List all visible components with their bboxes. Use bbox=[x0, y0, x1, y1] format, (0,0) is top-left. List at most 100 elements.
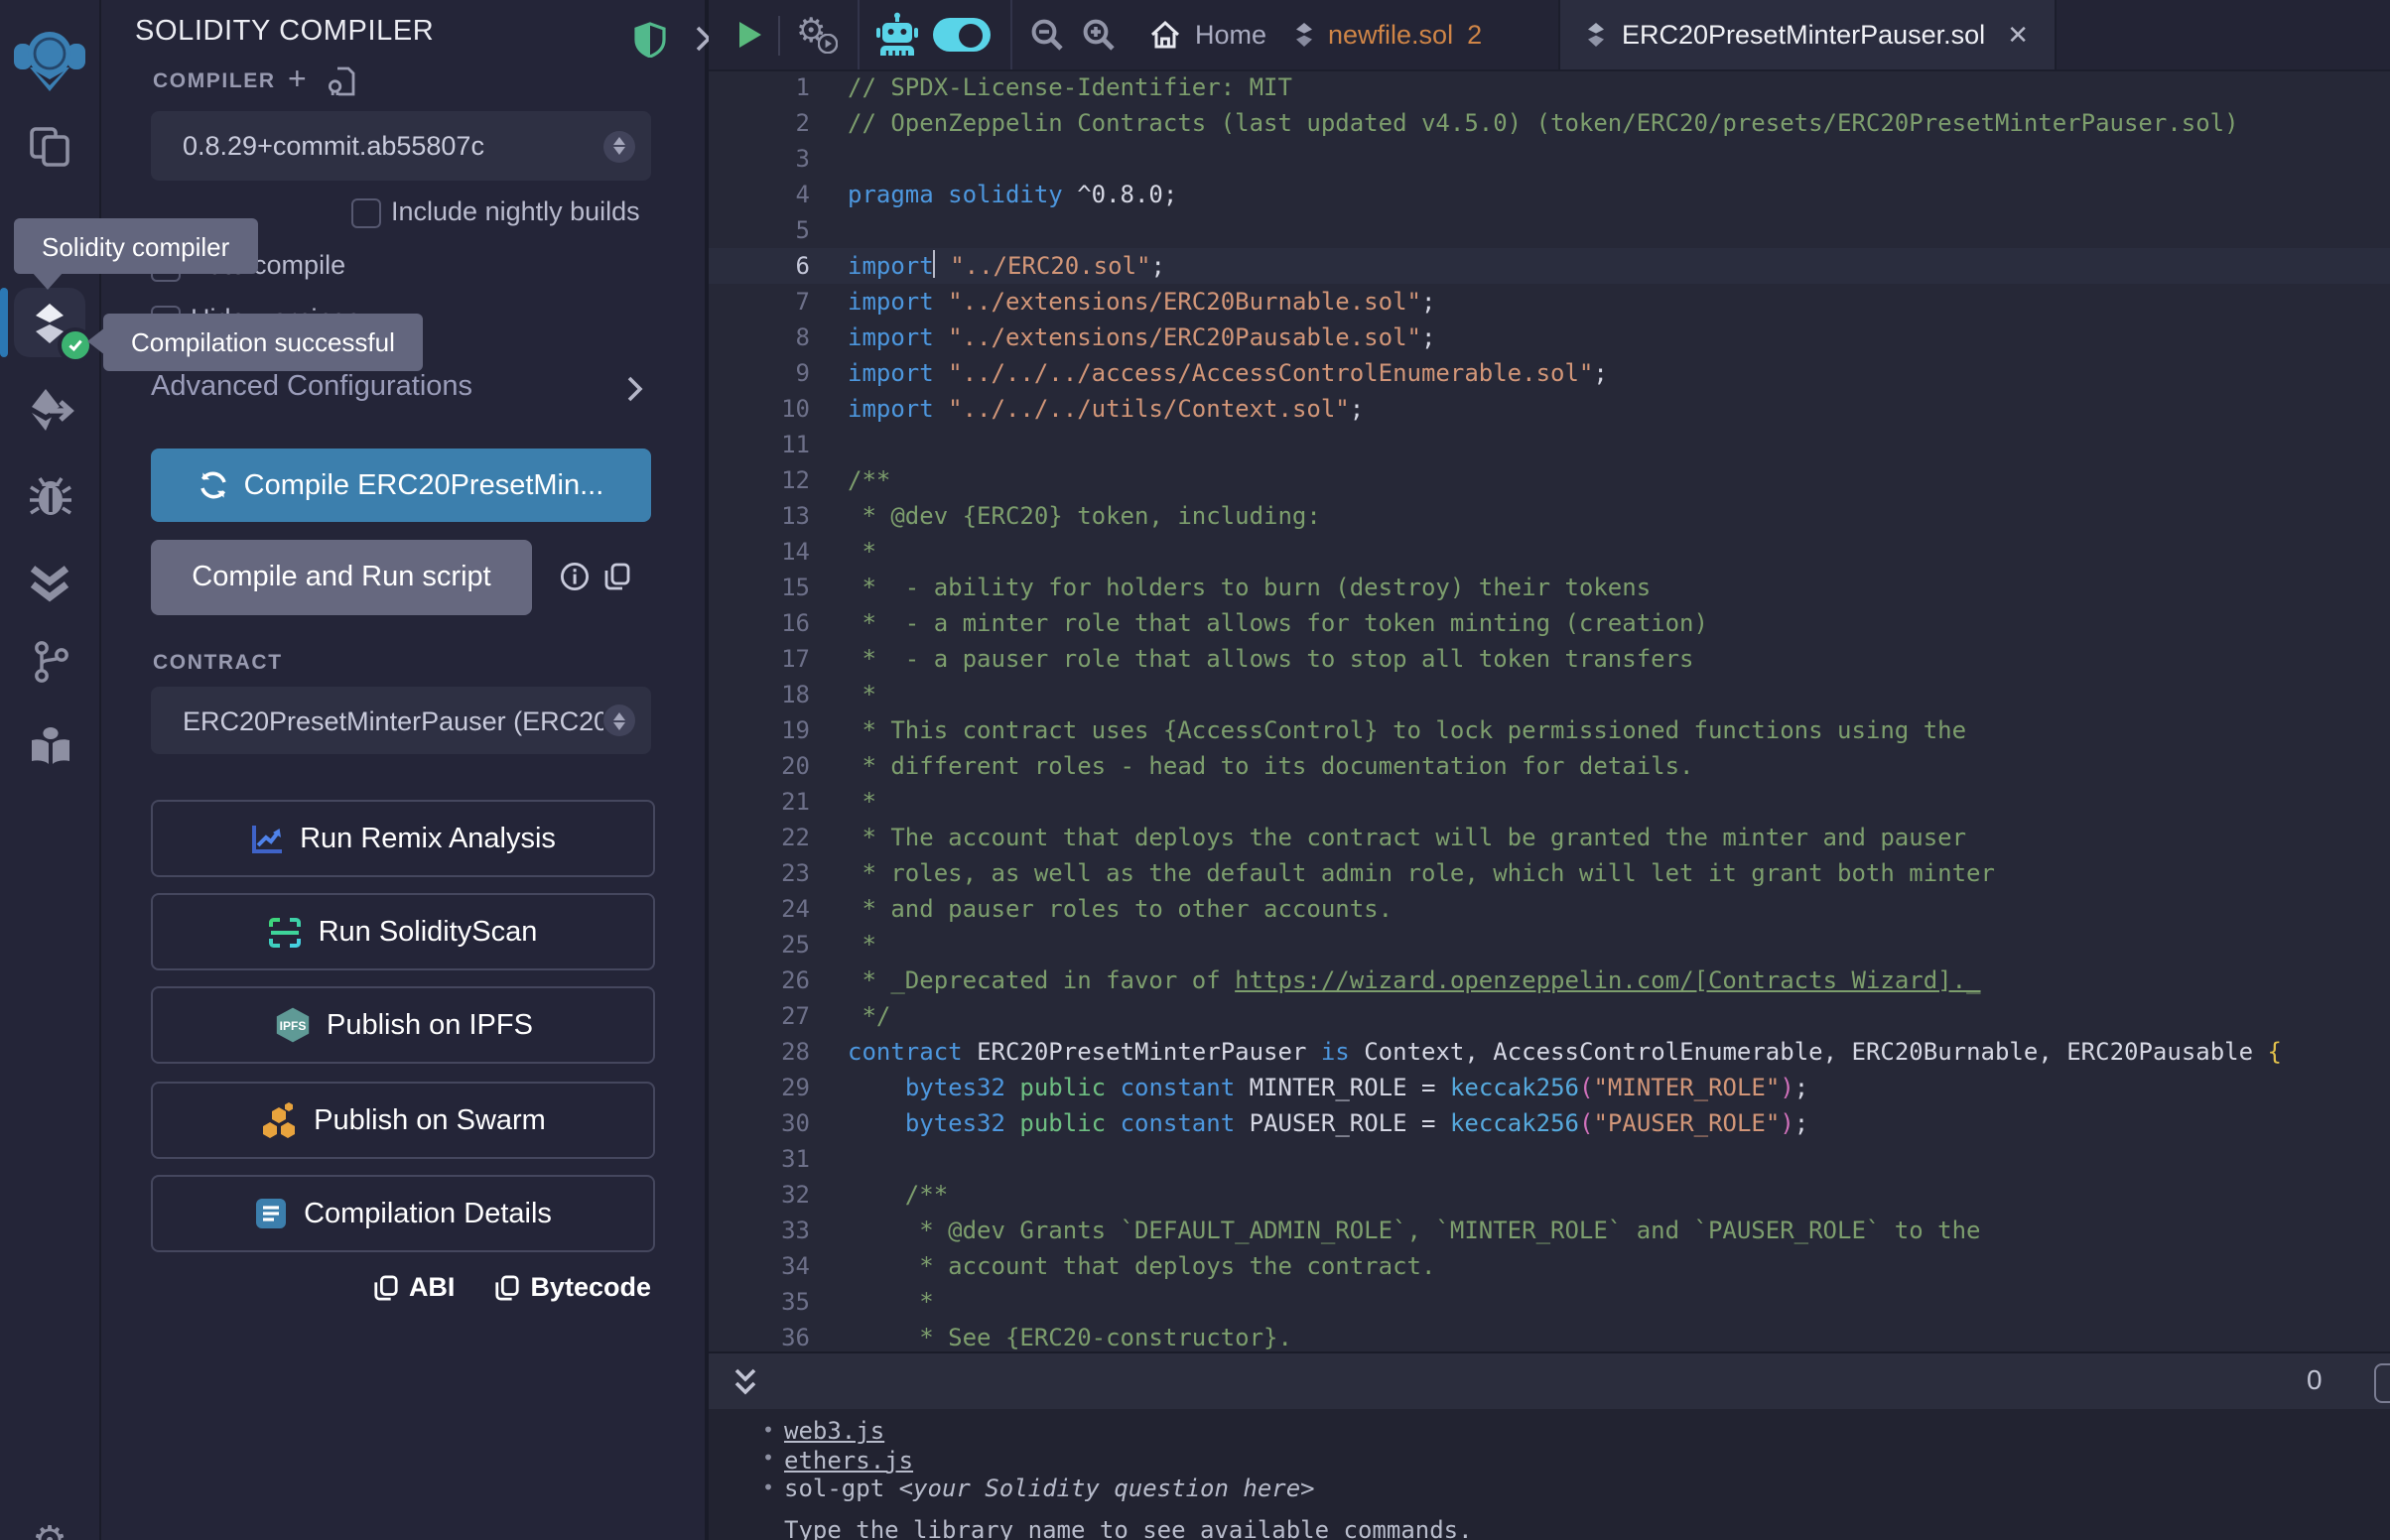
tab-newfile[interactable]: newfile.sol 2 bbox=[1270, 0, 1506, 69]
code-line: 18 * bbox=[709, 677, 2390, 712]
compiler-version-select[interactable]: 0.8.29+commit.ab55807c bbox=[151, 111, 651, 181]
settings-gear-icon[interactable]: ⚙ bbox=[0, 1516, 99, 1540]
copy-script-icon[interactable] bbox=[603, 562, 631, 591]
code-line: 7import "../extensions/ERC20Burnable.sol… bbox=[709, 284, 2390, 320]
tooltip-arrow bbox=[32, 272, 64, 290]
remix-logo[interactable] bbox=[0, 24, 99, 95]
scan-icon bbox=[269, 916, 303, 948]
line-number: 10 bbox=[709, 391, 810, 427]
code-token: contract bbox=[848, 1038, 977, 1066]
select-stepper-icon bbox=[603, 705, 635, 736]
action-button-label: Run SolidityScan bbox=[319, 916, 538, 948]
compile-and-run-button[interactable]: Compile and Run script bbox=[151, 540, 532, 615]
terminal-bar: 0 bbox=[709, 1351, 2390, 1411]
info-icon[interactable] bbox=[560, 562, 590, 591]
status-tooltip: Compilation successful bbox=[103, 314, 423, 371]
code-token: * _Deprecated in favor of bbox=[848, 966, 1235, 994]
terminal-search-input[interactable] bbox=[2374, 1363, 2390, 1403]
code-token bbox=[848, 1074, 905, 1101]
code-token: /** bbox=[848, 1181, 948, 1209]
line-number: 4 bbox=[709, 177, 810, 212]
add-custom-compiler-icon[interactable]: + bbox=[288, 64, 307, 99]
compilation-details-button[interactable]: Compilation Details bbox=[151, 1175, 655, 1252]
terminal-library-link[interactable]: ethers.js bbox=[784, 1447, 913, 1475]
contract-select[interactable]: ERC20PresetMinterPauser (ERC20 bbox=[151, 687, 651, 754]
code-text bbox=[810, 1141, 848, 1177]
code-text: * bbox=[810, 927, 876, 962]
code-line: 22 * The account that deploys the contra… bbox=[709, 820, 2390, 855]
zoom-in-icon[interactable] bbox=[1082, 18, 1116, 52]
advanced-chevron-icon[interactable] bbox=[625, 375, 643, 403]
action-button-label: Compilation Details bbox=[304, 1198, 552, 1229]
bullet-icon: • bbox=[762, 1450, 784, 1472]
publish-on-ipfs-button[interactable]: IPFS Publish on IPFS bbox=[151, 986, 655, 1064]
bullet-icon: • bbox=[762, 1478, 784, 1500]
code-token: * - ability for holders to burn (destroy… bbox=[848, 574, 1651, 601]
code-line: 25 * bbox=[709, 927, 2390, 962]
copy-bytecode-button[interactable]: Bytecode bbox=[494, 1272, 651, 1302]
include-nightly-checkbox[interactable] bbox=[351, 198, 380, 227]
code-text bbox=[810, 141, 848, 177]
run-setup-gear-icon[interactable]: ⚙ bbox=[796, 12, 827, 52]
learneth-book-icon[interactable] bbox=[0, 722, 99, 772]
advanced-configurations-toggle[interactable]: Advanced Configurations bbox=[151, 371, 472, 403]
ai-robot-icon[interactable] bbox=[875, 12, 919, 58]
code-token: ( bbox=[1579, 1109, 1593, 1137]
run-solidityscan-button[interactable]: Run SolidityScan bbox=[151, 893, 655, 970]
ai-toggle-on[interactable] bbox=[933, 18, 991, 52]
code-text: /** bbox=[810, 1177, 948, 1213]
code-editor[interactable]: 1// SPDX-License-Identifier: MIT2// Open… bbox=[709, 69, 2390, 1351]
code-line: 1// SPDX-License-Identifier: MIT bbox=[709, 69, 2390, 105]
action-button-label: Publish on IPFS bbox=[327, 1009, 533, 1041]
terminal-library-link[interactable]: web3.js bbox=[784, 1418, 884, 1446]
privacy-shield-icon[interactable] bbox=[633, 22, 667, 58]
run-script-play-icon[interactable] bbox=[736, 20, 764, 50]
tab-active-file[interactable]: ERC20PresetMinterPauser.sol ✕ bbox=[1558, 0, 2057, 69]
unit-testing-icon[interactable] bbox=[0, 560, 99, 607]
compile-button-label: Compile ERC20PresetMin... bbox=[244, 469, 604, 501]
code-line: 24 * and pauser roles to other accounts. bbox=[709, 891, 2390, 927]
terminal-list-item: •ethers.js bbox=[762, 1446, 1315, 1475]
expand-terminal-icon[interactable] bbox=[732, 1367, 758, 1397]
code-text: * See {ERC20-constructor}. bbox=[810, 1320, 1292, 1351]
tab-home[interactable]: Home bbox=[1129, 0, 1286, 69]
action-button-label: Publish on Swarm bbox=[314, 1104, 546, 1136]
terminal-panel: •web3.js•ethers.js•sol-gpt <your Solidit… bbox=[709, 1409, 2390, 1540]
publish-on-swarm-button[interactable]: Publish on Swarm bbox=[151, 1082, 655, 1159]
code-token: public bbox=[1019, 1109, 1120, 1137]
code-token: "../../../utils/Context.sol" bbox=[948, 395, 1350, 423]
code-token: "MINTER_ROLE" bbox=[1593, 1074, 1780, 1101]
compiler-license-icon[interactable] bbox=[328, 65, 355, 97]
git-icon[interactable] bbox=[0, 639, 99, 685]
code-line: 28contract ERC20PresetMinterPauser is Co… bbox=[709, 1034, 2390, 1070]
code-line: 6import "../ERC20.sol"; bbox=[709, 248, 2390, 284]
code-token: ; bbox=[1794, 1074, 1808, 1101]
code-token: * bbox=[848, 788, 876, 816]
compile-button[interactable]: Compile ERC20PresetMin... bbox=[151, 449, 651, 522]
code-text bbox=[810, 212, 848, 248]
line-number: 36 bbox=[709, 1320, 810, 1351]
code-token: * - a minter role that allows for token … bbox=[848, 609, 1708, 637]
code-text: import "../../../access/AccessControlEnu… bbox=[810, 355, 1608, 391]
copy-abi-button[interactable]: ABI bbox=[373, 1272, 456, 1302]
code-token: Context, AccessControlEnumerable, ERC20B… bbox=[1364, 1038, 2267, 1066]
zoom-out-icon[interactable] bbox=[1030, 18, 1064, 52]
file-explorer-icon[interactable] bbox=[0, 123, 99, 171]
line-number: 20 bbox=[709, 748, 810, 784]
run-remix-analysis-button[interactable]: Run Remix Analysis bbox=[151, 800, 655, 877]
line-number: 31 bbox=[709, 1141, 810, 1177]
deploy-run-icon[interactable] bbox=[0, 385, 99, 437]
line-number: 32 bbox=[709, 1177, 810, 1213]
code-token: * different roles - head to its document… bbox=[848, 752, 1694, 780]
code-line: 4pragma solidity ^0.8.0; bbox=[709, 177, 2390, 212]
line-number: 16 bbox=[709, 605, 810, 641]
code-token: keccak256 bbox=[1450, 1109, 1579, 1137]
abi-label: ABI bbox=[409, 1272, 456, 1302]
debugger-icon[interactable] bbox=[0, 472, 99, 522]
close-icon[interactable]: ✕ bbox=[2001, 19, 2029, 51]
line-number: 18 bbox=[709, 677, 810, 712]
tooltip-arrow bbox=[87, 327, 105, 355]
code-token: * bbox=[848, 1288, 934, 1316]
line-number: 7 bbox=[709, 284, 810, 320]
code-token: ; bbox=[1350, 395, 1364, 423]
